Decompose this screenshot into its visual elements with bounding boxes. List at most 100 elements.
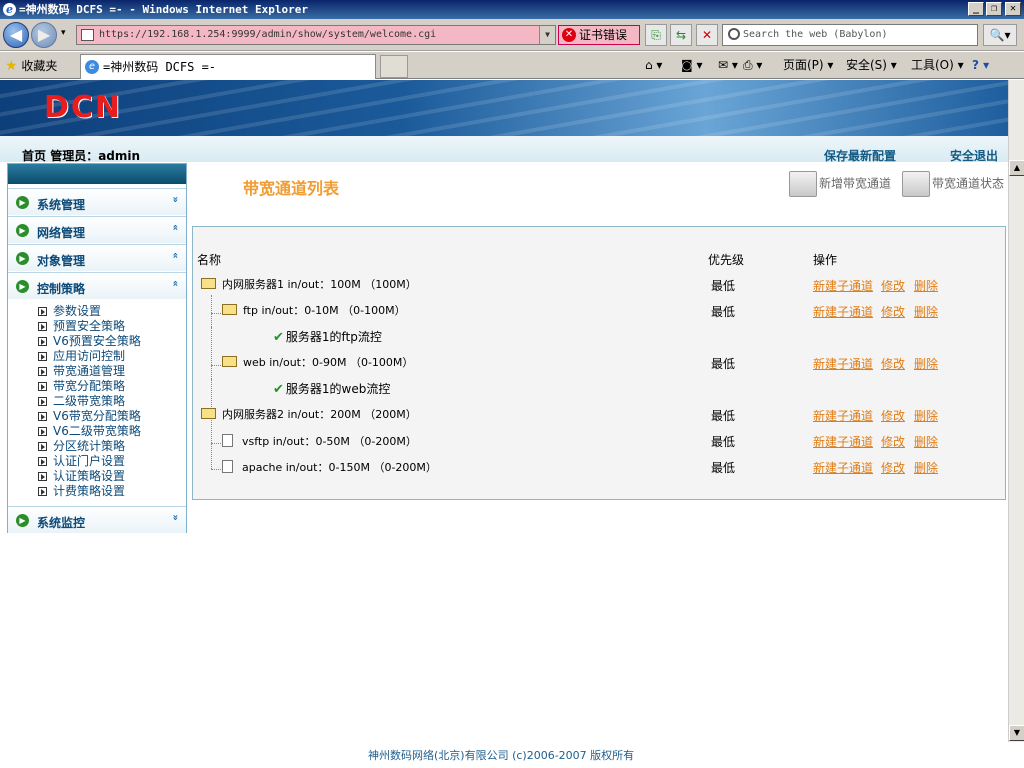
ie-tab-icon: e bbox=[85, 60, 99, 74]
new-subchannel-link[interactable]: 新建子通道 bbox=[813, 303, 873, 320]
compatibility-icon[interactable]: ⎘ bbox=[645, 24, 667, 46]
sidebar-item-label: 预置安全策略 bbox=[53, 319, 126, 333]
sidebar-item-preset-policy[interactable]: 预置安全策略 bbox=[38, 319, 125, 334]
menu-system-management[interactable]: ▶ 系统管理 » bbox=[8, 188, 186, 215]
sidebar-item-label: 计费策略设置 bbox=[53, 484, 126, 498]
sidebar-header bbox=[8, 164, 186, 184]
menu-network-management[interactable]: ▶ 网络管理 « bbox=[8, 216, 186, 243]
new-subchannel-link[interactable]: 新建子通道 bbox=[813, 433, 873, 450]
sidebar-item-bandwidth-channel[interactable]: 带宽通道管理 bbox=[38, 364, 125, 379]
help-menu[interactable]: ? ▾ bbox=[972, 57, 989, 73]
menu-label: 系统监控 bbox=[37, 516, 86, 530]
folder-icon bbox=[902, 171, 930, 197]
chevron-up-icon: « bbox=[169, 252, 181, 259]
sidebar-item-v6-secondary-bandwidth[interactable]: V6二级带宽策略 bbox=[38, 424, 141, 439]
edit-link[interactable]: 修改 bbox=[881, 277, 905, 294]
sidebar-item-v6-preset-policy[interactable]: V6预置安全策略 bbox=[38, 334, 141, 349]
browser-tab[interactable]: e =神州数码 DCFS =- bbox=[80, 54, 376, 79]
home-breadcrumb: 首页 管理员：admin bbox=[22, 147, 140, 164]
home-link[interactable]: 首页 bbox=[22, 149, 46, 163]
new-subchannel-link[interactable]: 新建子通道 bbox=[813, 407, 873, 424]
save-config-link[interactable]: 保存最新配置 bbox=[824, 147, 896, 164]
edit-link[interactable]: 修改 bbox=[881, 433, 905, 450]
mail-icon[interactable]: ✉ ▾ bbox=[718, 57, 738, 73]
checkmark-icon: ✔ bbox=[273, 330, 284, 345]
delete-link[interactable]: 删除 bbox=[914, 433, 938, 450]
address-dropdown-icon[interactable]: ▼ bbox=[539, 26, 555, 44]
ie-icon: e bbox=[3, 3, 16, 16]
page-title: 带宽通道列表 bbox=[243, 179, 340, 198]
sidebar-item-billing-policy[interactable]: 计费策略设置 bbox=[38, 484, 125, 499]
dcn-logo: DCN bbox=[44, 90, 123, 125]
row-name: ftp in/out：0-10M （0-100M） bbox=[222, 304, 406, 318]
sidebar-item-label: 带宽分配策略 bbox=[53, 379, 126, 393]
menu-system-monitor[interactable]: ▶ 系统监控 » bbox=[8, 506, 186, 533]
row-name-text: 内网服务器1 in/out：100M （100M） bbox=[222, 278, 417, 291]
menu-bullet-icon: ▶ bbox=[16, 196, 29, 209]
sidebar-item-zone-stats[interactable]: 分区统计策略 bbox=[38, 439, 125, 454]
close-window-button[interactable]: ✕ bbox=[1005, 2, 1021, 16]
chevron-up-icon: « bbox=[169, 280, 181, 287]
stop-icon[interactable]: ✕ bbox=[696, 24, 718, 46]
edit-link[interactable]: 修改 bbox=[881, 459, 905, 476]
forward-button[interactable]: ▶ bbox=[31, 22, 57, 48]
menu-object-management[interactable]: ▶ 对象管理 « bbox=[8, 244, 186, 271]
sidebar-item-app-access[interactable]: 应用访问控制 bbox=[38, 349, 125, 364]
vertical-scrollbar[interactable]: ▲ ▼ bbox=[1008, 80, 1024, 742]
address-input[interactable]: https://192.168.1.254:9999/admin/show/sy… bbox=[76, 25, 556, 45]
edit-link[interactable]: 修改 bbox=[881, 355, 905, 372]
arrow-box-icon bbox=[38, 457, 47, 466]
delete-link[interactable]: 删除 bbox=[914, 277, 938, 294]
search-go-button[interactable]: 🔍▾ bbox=[983, 24, 1017, 46]
arrow-box-icon bbox=[38, 472, 47, 481]
scroll-up-icon[interactable]: ▲ bbox=[1009, 160, 1024, 176]
menu-control-policy[interactable]: ▶ 控制策略 « bbox=[8, 272, 186, 299]
sidebar-item-bandwidth-alloc[interactable]: 带宽分配策略 bbox=[38, 379, 125, 394]
search-input[interactable]: Search the web (Babylon) bbox=[722, 24, 978, 46]
print-icon[interactable]: ⎙ ▾ bbox=[743, 57, 762, 73]
column-header-ops: 操作 bbox=[813, 253, 838, 267]
minimize-button[interactable]: _ bbox=[968, 2, 984, 16]
sidebar-item-auth-portal[interactable]: 认证门户设置 bbox=[38, 454, 125, 469]
banner-decoration bbox=[0, 80, 1008, 136]
arrow-box-icon bbox=[38, 352, 47, 361]
new-subchannel-link[interactable]: 新建子通道 bbox=[813, 277, 873, 294]
arrow-box-icon bbox=[38, 367, 47, 376]
new-subchannel-link[interactable]: 新建子通道 bbox=[813, 355, 873, 372]
edit-link[interactable]: 修改 bbox=[881, 407, 905, 424]
sidebar-item-secondary-bandwidth[interactable]: 二级带宽策略 bbox=[38, 394, 125, 409]
delete-link[interactable]: 删除 bbox=[914, 407, 938, 424]
new-subchannel-link[interactable]: 新建子通道 bbox=[813, 459, 873, 476]
sidebar-item-auth-policy[interactable]: 认证策略设置 bbox=[38, 469, 125, 484]
sidebar-item-v6-bandwidth-alloc[interactable]: V6带宽分配策略 bbox=[38, 409, 141, 424]
edit-link[interactable]: 修改 bbox=[881, 303, 905, 320]
folder-icon bbox=[201, 408, 216, 419]
row-name: ✔ 服务器1的ftp流控 bbox=[273, 330, 382, 345]
page-menu[interactable]: 页面(P) ▾ bbox=[783, 57, 833, 73]
tools-menu[interactable]: 工具(O) ▾ bbox=[911, 57, 964, 73]
sidebar-item-params[interactable]: 参数设置 bbox=[38, 304, 101, 319]
tab-title: =神州数码 DCFS =- bbox=[103, 60, 217, 74]
certificate-error-button[interactable]: ✕ 证书错误 bbox=[558, 25, 640, 45]
favorites-button[interactable]: ★ 收藏夹 bbox=[5, 57, 57, 74]
channel-status-button[interactable]: 带宽通道状态 bbox=[902, 171, 1004, 197]
feeds-icon[interactable]: ◙ ▾ bbox=[681, 57, 702, 73]
restore-button[interactable]: ❐ bbox=[986, 2, 1002, 16]
document-icon bbox=[222, 434, 233, 447]
safety-menu[interactable]: 安全(S) ▾ bbox=[846, 57, 897, 73]
menu-bullet-icon: ▶ bbox=[16, 280, 29, 293]
delete-link[interactable]: 删除 bbox=[914, 459, 938, 476]
add-channel-button[interactable]: 新增带宽通道 bbox=[789, 171, 891, 197]
logout-link[interactable]: 安全退出 bbox=[950, 147, 998, 164]
document-icon bbox=[222, 460, 233, 473]
home-icon[interactable]: ⌂ ▾ bbox=[645, 57, 662, 73]
new-tab-button[interactable] bbox=[380, 55, 408, 78]
scroll-down-icon[interactable]: ▼ bbox=[1009, 725, 1024, 741]
certificate-error-label: 证书错误 bbox=[579, 28, 628, 42]
delete-link[interactable]: 删除 bbox=[914, 355, 938, 372]
recent-pages-dropdown[interactable]: ▾ bbox=[61, 28, 66, 38]
delete-link[interactable]: 删除 bbox=[914, 303, 938, 320]
row-priority: 最低 bbox=[711, 357, 736, 371]
back-button[interactable]: ◀ bbox=[3, 22, 29, 48]
refresh-icon[interactable]: ⇆ bbox=[670, 24, 692, 46]
